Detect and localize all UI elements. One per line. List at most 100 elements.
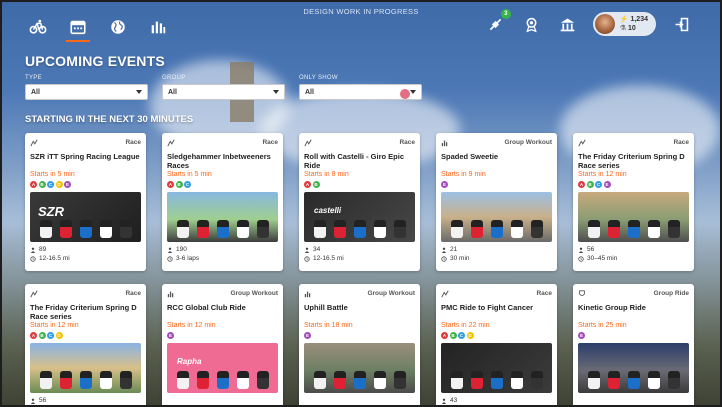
person-icon — [441, 247, 447, 253]
event-start-time: Starts in 5 min — [167, 171, 212, 178]
nav-worlds-button[interactable] — [106, 14, 130, 40]
category-badge: A — [30, 181, 37, 188]
filter-type-select[interactable]: All — [25, 84, 148, 100]
rider-figure — [354, 220, 366, 238]
category-badge: B — [38, 332, 46, 339]
rider-figure — [120, 371, 132, 389]
event-brand-logo: SZR — [38, 204, 64, 219]
bike-icon — [29, 19, 47, 34]
rider-figure — [491, 371, 503, 389]
category-badge: D — [466, 332, 474, 339]
pairing-button[interactable]: 3 — [485, 9, 511, 35]
event-card-header: Group Ride — [578, 289, 689, 298]
category-badge: E — [441, 181, 448, 188]
globe-icon — [111, 20, 125, 34]
exit-icon — [675, 17, 688, 31]
race-icon — [30, 139, 38, 146]
race-icon — [578, 139, 586, 146]
event-start-time: Starts in 8 min — [304, 171, 349, 178]
event-start-time: Starts in 5 min — [30, 171, 75, 178]
category-badge: E — [603, 181, 611, 188]
race-icon — [304, 139, 312, 146]
event-riders: 190 — [167, 245, 278, 254]
rider-figure — [334, 220, 346, 238]
event-title: SZR iTT Spring Racing League — [30, 152, 140, 161]
riders-count: 56 — [587, 246, 595, 253]
rider-figure — [177, 371, 189, 389]
event-thumbnail: SZR — [30, 192, 141, 242]
filter-type-label: TYPE — [25, 75, 42, 81]
event-start-time: Starts in 25 min — [578, 322, 627, 329]
event-start-time: Starts in 9 min — [441, 171, 486, 178]
event-card[interactable]: Race PMC Ride to Fight Cancer Starts in … — [436, 284, 557, 407]
event-categories: E — [304, 332, 415, 339]
category-badge: C — [47, 181, 54, 188]
rider-figure — [197, 220, 209, 238]
event-thumbnail — [578, 192, 689, 242]
event-card[interactable]: Race SZR iTT Spring Racing League Starts… — [25, 133, 146, 271]
filter-type: TYPE All — [25, 75, 148, 100]
person-icon — [578, 247, 584, 253]
event-card[interactable]: Group Workout Spaded Sweetie Starts in 9… — [436, 133, 557, 271]
event-card[interactable]: Race Sledgehammer Inbetweeners Races Sta… — [162, 133, 283, 271]
profile-widget[interactable]: ⚡ 1,234 ⚗ 10 — [592, 12, 656, 36]
event-card[interactable]: Group Workout Uphill Battle Starts in 18… — [299, 284, 420, 407]
filters-bar: TYPE All GROUP All ONLY SHOW All — [25, 75, 422, 100]
event-start-time: Starts in 12 min — [30, 322, 79, 329]
category-badge: C — [458, 332, 465, 339]
event-card[interactable]: Race The Friday Criterium Spring D Race … — [25, 284, 146, 407]
distance-icon — [167, 255, 173, 262]
workout-icon — [167, 291, 174, 297]
event-title: Sledgehammer Inbetweeners Races — [167, 152, 271, 170]
rider-figure — [491, 220, 503, 238]
rider-figure — [354, 371, 366, 389]
clubhouse-button[interactable] — [557, 13, 579, 35]
event-card-header: Race — [304, 138, 415, 147]
event-brand-logo: castelli — [314, 206, 342, 215]
event-detail-text: 30–45 min — [587, 255, 618, 262]
event-type: Group Workout — [367, 290, 415, 297]
event-riders: 56 — [578, 245, 689, 254]
badge-icon — [526, 17, 538, 32]
event-card[interactable]: Group Workout RCC Global Club Ride Start… — [162, 284, 283, 407]
exit-button[interactable] — [670, 13, 692, 35]
rider-figure — [628, 220, 640, 238]
filter-indicator-icon[interactable] — [400, 89, 410, 99]
person-icon — [441, 398, 447, 404]
filter-group: GROUP All — [162, 75, 285, 100]
rider-figure — [60, 371, 72, 389]
event-card[interactable]: Group Ride Kinetic Group Ride Starts in … — [573, 284, 694, 407]
event-thumbnail: Rapha — [167, 343, 278, 393]
person-icon — [30, 247, 36, 253]
event-card[interactable]: Race Roll with Castelli - Giro Epic Ride… — [299, 133, 420, 271]
event-type: Group Workout — [230, 290, 278, 297]
rider-figure — [451, 220, 463, 238]
nav-ride-button[interactable] — [26, 14, 50, 40]
event-thumbnail — [304, 343, 415, 393]
event-title: Uphill Battle — [304, 303, 348, 312]
filter-group-select[interactable]: All — [162, 84, 285, 100]
event-start-time: Starts in 12 min — [167, 322, 216, 329]
event-type: Race — [262, 139, 278, 146]
event-card-header: Race — [441, 289, 552, 298]
event-categories: AB — [304, 181, 415, 188]
race-icon — [30, 290, 38, 297]
chevron-down-icon — [136, 90, 142, 94]
rider-figure — [100, 371, 112, 389]
category-badge: A — [30, 332, 37, 339]
rider-figure — [394, 220, 406, 238]
event-detail: 3-6 laps — [167, 254, 278, 263]
nav-stats-button[interactable] — [146, 14, 170, 40]
category-badge: C — [47, 332, 54, 339]
event-title: Spaded Sweetie — [441, 152, 499, 161]
nav-events-button[interactable] — [66, 14, 90, 42]
rider-figure — [471, 220, 483, 238]
event-categories: ABCDE — [30, 181, 141, 188]
event-thumbnail — [441, 192, 552, 242]
plug-icon — [490, 18, 502, 30]
rider-figure — [314, 220, 326, 238]
achievements-button[interactable] — [521, 13, 543, 35]
event-card-header: Race — [30, 138, 141, 147]
event-categories: E — [441, 181, 552, 188]
event-card[interactable]: Race The Friday Criterium Spring D Race … — [573, 133, 694, 271]
